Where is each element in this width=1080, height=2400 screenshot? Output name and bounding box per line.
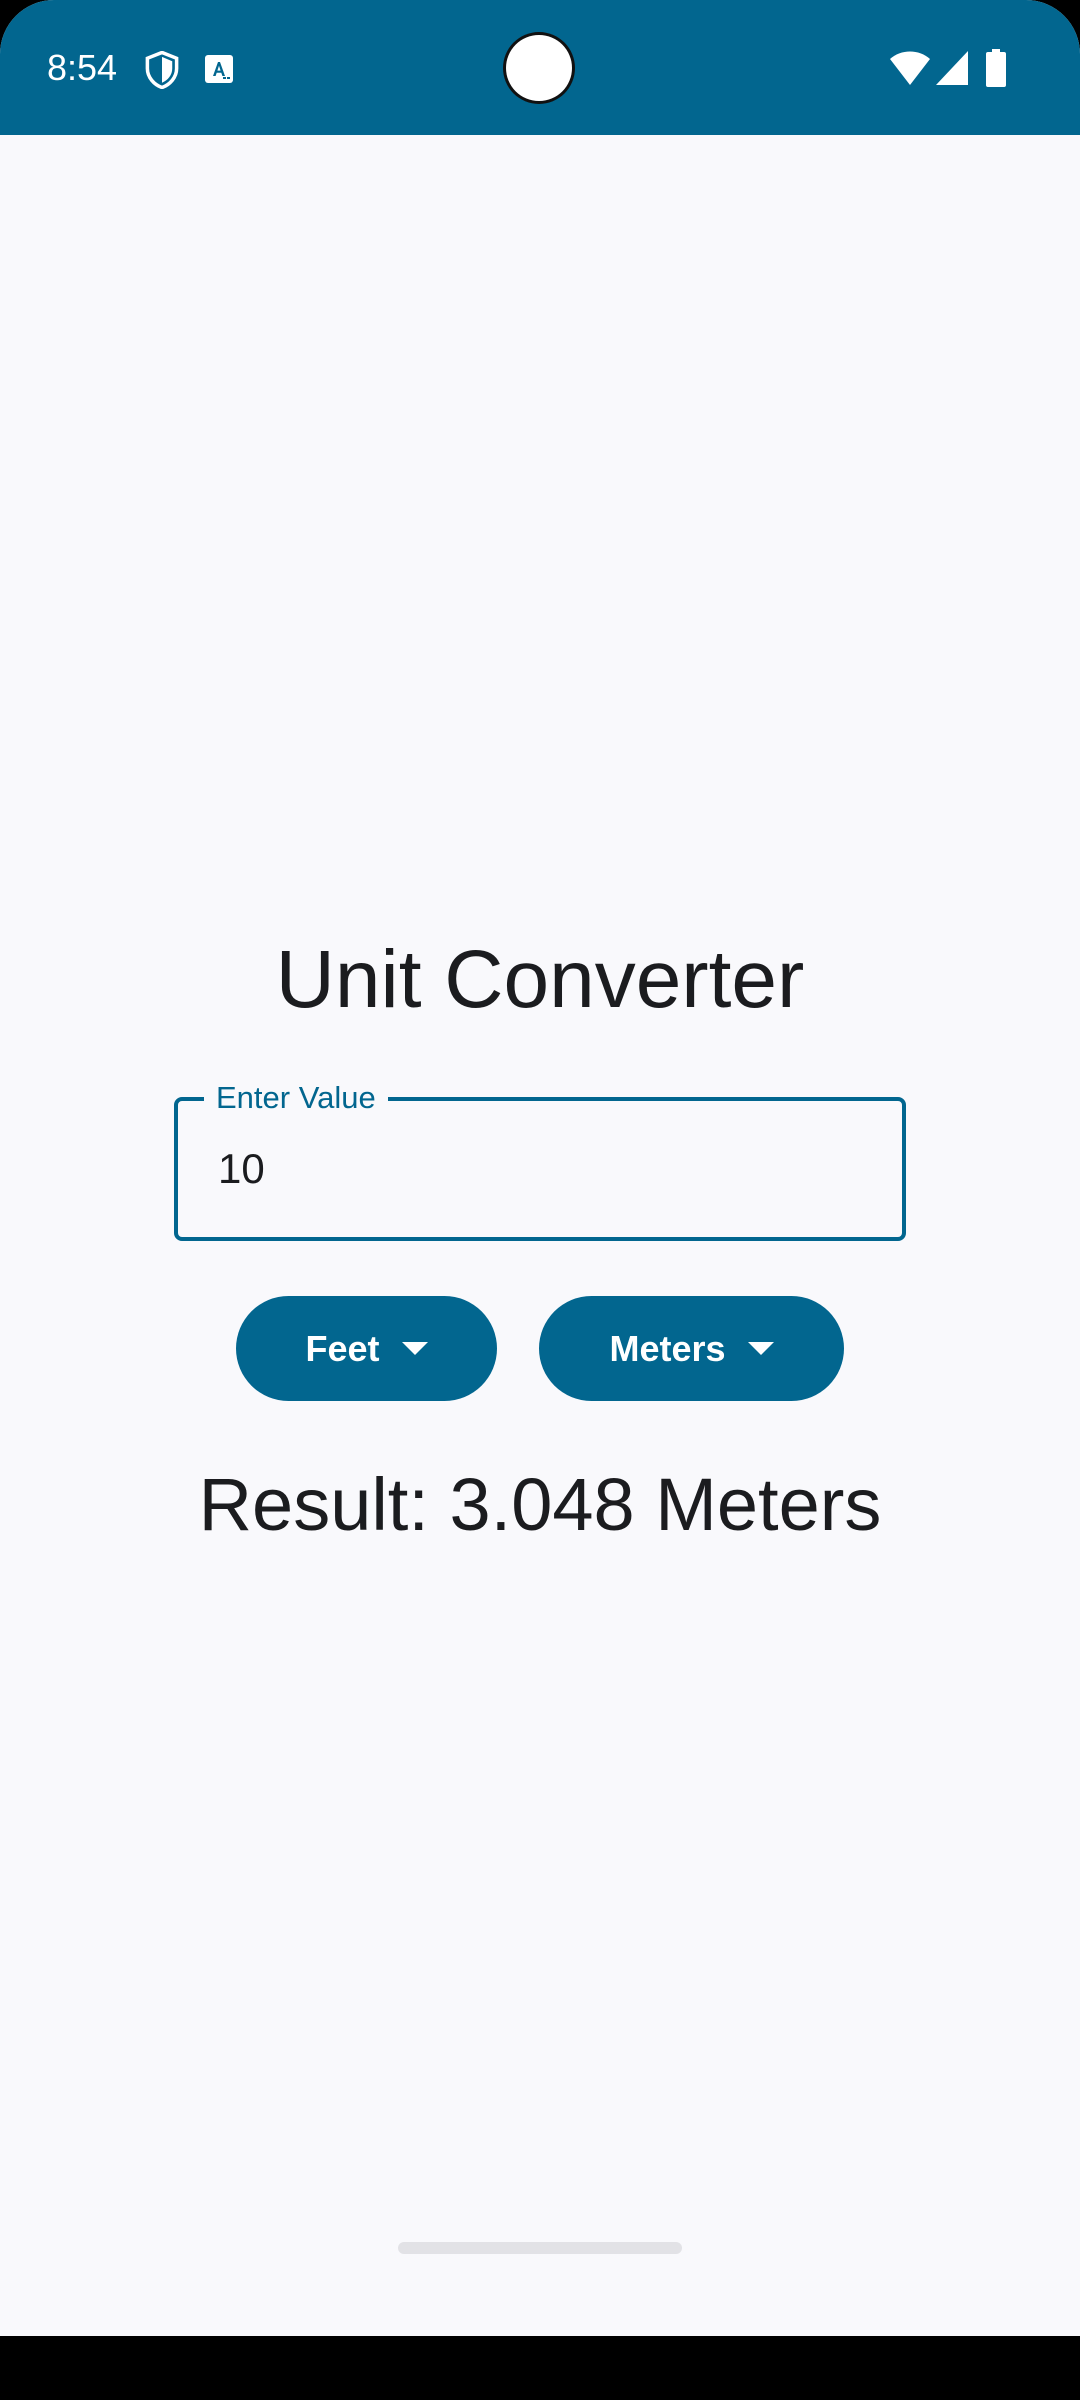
- signal-icon: [936, 51, 968, 85]
- status-time: 8:54: [47, 47, 118, 88]
- from-unit-label: Feet: [305, 1327, 380, 1369]
- arrow-drop-down-icon: [747, 1342, 774, 1355]
- value-input[interactable]: [218, 1141, 858, 1197]
- navigation-bar: [0, 2336, 1080, 2400]
- shield-icon: [145, 51, 179, 89]
- translate-a-icon: [205, 55, 233, 83]
- battery-icon: [986, 49, 1006, 87]
- status-bar: 8:54: [0, 0, 1080, 135]
- wifi-icon: [890, 51, 930, 85]
- home-gesture-handle[interactable]: [398, 2242, 682, 2254]
- from-unit-dropdown-button[interactable]: Feet: [236, 1296, 497, 1401]
- to-unit-dropdown-button[interactable]: Meters: [539, 1296, 844, 1401]
- to-unit-label: Meters: [609, 1327, 726, 1369]
- arrow-drop-down-icon: [401, 1342, 428, 1355]
- value-input-label: Enter Value: [204, 1079, 388, 1117]
- value-input-field[interactable]: Enter Value: [174, 1079, 906, 1241]
- result-text: Result: 3.048 Meters: [198, 1463, 882, 1546]
- page-title: Unit Converter: [275, 934, 805, 1025]
- app-screen: 8:54 Unit Converter Enter Value Feet: [0, 0, 1080, 2400]
- front-camera-cutout: [506, 35, 572, 101]
